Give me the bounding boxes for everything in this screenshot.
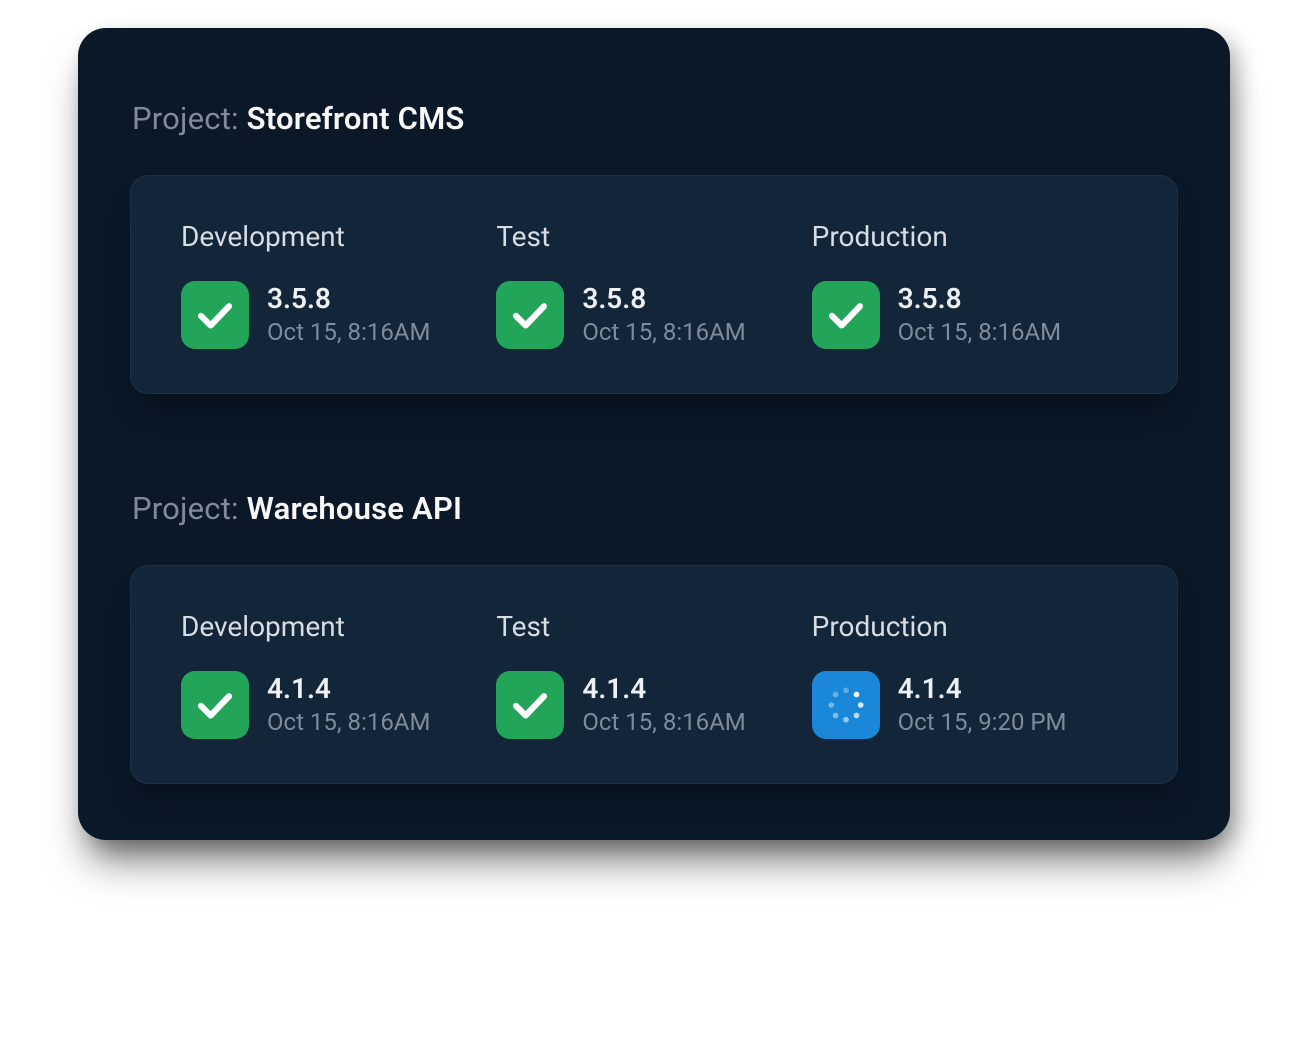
check-icon (496, 671, 564, 739)
env-status-text: 3.5.8 Oct 15, 8:16AM (267, 282, 430, 349)
env-version: 4.1.4 (898, 672, 1067, 706)
env-status-text: 4.1.4 Oct 15, 9:20 PM (898, 672, 1067, 739)
check-icon (812, 281, 880, 349)
env-production[interactable]: Production (812, 610, 1127, 739)
check-icon (181, 671, 249, 739)
env-timestamp: Oct 15, 8:16AM (267, 317, 430, 348)
env-version: 3.5.8 (267, 282, 430, 316)
environments-card: Development 3.5.8 Oct 15, 8:16AM Test (130, 175, 1178, 394)
env-status-text: 3.5.8 Oct 15, 8:16AM (898, 282, 1061, 349)
env-status-row: 3.5.8 Oct 15, 8:16AM (496, 281, 811, 349)
env-status-row: 3.5.8 Oct 15, 8:16AM (812, 281, 1127, 349)
env-test[interactable]: Test 3.5.8 Oct 15, 8:16AM (496, 220, 811, 349)
env-status-row: 4.1.4 Oct 15, 8:16AM (181, 671, 496, 739)
env-development[interactable]: Development 3.5.8 Oct 15, 8:16AM (181, 220, 496, 349)
env-label: Production (812, 220, 1127, 253)
env-production[interactable]: Production 3.5.8 Oct 15, 8:16AM (812, 220, 1127, 349)
project-header: Project: Warehouse API (130, 490, 1178, 527)
spinner-icon (812, 671, 880, 739)
env-label: Development (181, 610, 496, 643)
env-status-text: 4.1.4 Oct 15, 8:16AM (267, 672, 430, 739)
project-prefix-label: Project: (132, 490, 247, 527)
env-label: Production (812, 610, 1127, 643)
project-header: Project: Storefront CMS (130, 100, 1178, 137)
check-icon (496, 281, 564, 349)
deployments-panel: Project: Storefront CMS Development 3.5.… (78, 28, 1230, 840)
env-label: Test (496, 220, 811, 253)
env-version: 3.5.8 (582, 282, 745, 316)
env-label: Development (181, 220, 496, 253)
check-icon (181, 281, 249, 349)
project-name: Warehouse API (247, 490, 462, 527)
env-version: 4.1.4 (582, 672, 745, 706)
env-timestamp: Oct 15, 8:16AM (582, 707, 745, 738)
project-block: Project: Storefront CMS Development 3.5.… (130, 100, 1178, 394)
env-status-text: 3.5.8 Oct 15, 8:16AM (582, 282, 745, 349)
env-status-row: 4.1.4 Oct 15, 8:16AM (496, 671, 811, 739)
env-label: Test (496, 610, 811, 643)
env-timestamp: Oct 15, 9:20 PM (898, 707, 1067, 738)
env-timestamp: Oct 15, 8:16AM (267, 707, 430, 738)
env-status-row: 3.5.8 Oct 15, 8:16AM (181, 281, 496, 349)
env-version: 3.5.8 (898, 282, 1061, 316)
env-timestamp: Oct 15, 8:16AM (898, 317, 1061, 348)
env-timestamp: Oct 15, 8:16AM (582, 317, 745, 348)
project-name: Storefront CMS (247, 100, 465, 137)
env-development[interactable]: Development 4.1.4 Oct 15, 8:16AM (181, 610, 496, 739)
project-prefix-label: Project: (132, 100, 247, 137)
env-version: 4.1.4 (267, 672, 430, 706)
env-test[interactable]: Test 4.1.4 Oct 15, 8:16AM (496, 610, 811, 739)
environments-card: Development 4.1.4 Oct 15, 8:16AM Test (130, 565, 1178, 784)
env-status-row: 4.1.4 Oct 15, 9:20 PM (812, 671, 1127, 739)
env-status-text: 4.1.4 Oct 15, 8:16AM (582, 672, 745, 739)
project-block: Project: Warehouse API Development 4.1.4… (130, 490, 1178, 784)
